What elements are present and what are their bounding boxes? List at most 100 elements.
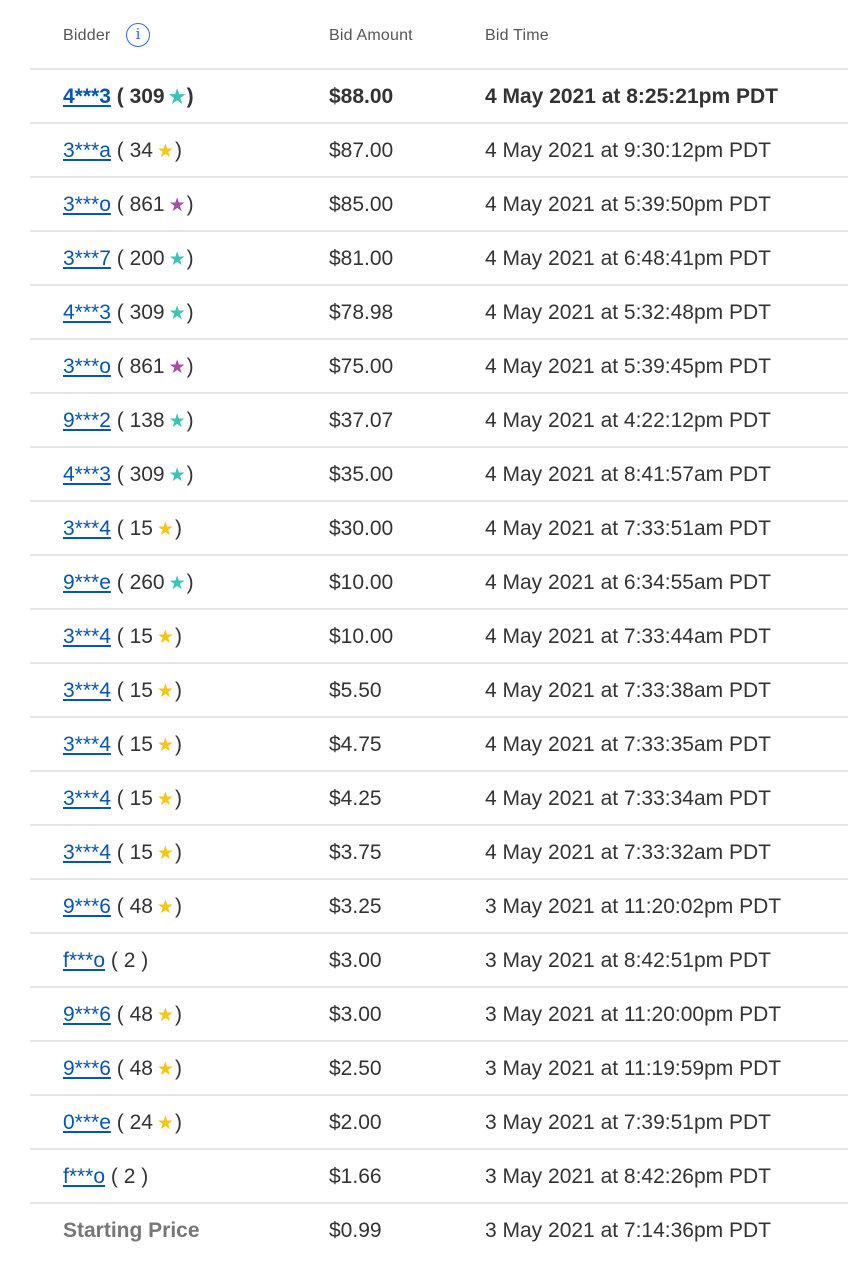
bidder-link[interactable]: 3***4	[63, 787, 111, 810]
bid-amount: $10.00	[329, 571, 394, 594]
bidder-link[interactable]: 3***7	[63, 247, 111, 270]
feedback-paren-open: (	[110, 301, 130, 324]
bid-row: 4***3 ( 309 ★) $78.98 4 May 2021 at 5:32:48…	[30, 284, 848, 338]
feedback-paren-close: )	[186, 85, 194, 108]
teal-star-icon: ★	[168, 411, 186, 432]
feedback-paren-open: (	[110, 517, 130, 540]
bid-amount: $81.00	[329, 247, 394, 270]
bidder-cell: 3***7 ( 200 ★)	[63, 232, 194, 287]
bidder-link[interactable]: 3***4	[63, 625, 111, 648]
feedback-score: 2	[123, 1165, 136, 1188]
bid-row: 9***6 ( 48 ★) $2.50 3 May 2021 at 11:19:59p…	[30, 1040, 848, 1094]
bid-time: 4 May 2021 at 7:33:35am PDT	[485, 733, 771, 756]
bid-time: 4 May 2021 at 7:33:32am PDT	[485, 841, 771, 864]
column-divider	[324, 70, 326, 122]
feedback-score: 861	[129, 193, 165, 216]
feedback-score: 861	[129, 355, 165, 378]
feedback-paren-close: )	[174, 679, 182, 702]
bidder-link[interactable]: 9***e	[63, 571, 111, 594]
bidder-link[interactable]: 9***6	[63, 895, 111, 918]
feedback-paren-close: )	[174, 733, 182, 756]
feedback-paren-open: (	[110, 85, 130, 108]
feedback-paren-open: (	[110, 193, 130, 216]
feedback-paren-open: (	[110, 355, 130, 378]
bid-time: 4 May 2021 at 8:25:21pm PDT	[485, 85, 778, 108]
bidder-cell: 9***6 ( 48 ★)	[63, 1042, 182, 1097]
bid-time: 4 May 2021 at 4:22:12pm PDT	[485, 409, 771, 432]
bidder-cell: 3***4 ( 15 ★)	[63, 772, 182, 827]
bid-history-header: Bidder i Bid Amount Bid Time	[0, 0, 848, 68]
bidder-link[interactable]: f***o	[63, 949, 105, 972]
bidder-cell: 4***3 ( 309 ★)	[63, 70, 194, 125]
bidder-link[interactable]: 9***6	[63, 1057, 111, 1080]
column-divider	[480, 988, 482, 1040]
bid-row: 3***a ( 34 ★) $87.00 4 May 2021 at 9:30:12p…	[30, 122, 848, 176]
column-divider	[324, 556, 326, 608]
bid-amount: $75.00	[329, 355, 394, 378]
feedback-paren-close: )	[186, 193, 194, 216]
bidder-link[interactable]: 3***a	[63, 139, 111, 162]
bidder-link[interactable]: 4***3	[63, 463, 111, 486]
bid-time: 4 May 2021 at 5:39:45pm PDT	[485, 355, 771, 378]
bidder-link[interactable]: 9***2	[63, 409, 111, 432]
bid-amount: $3.00	[329, 949, 382, 972]
bid-amount: $2.50	[329, 1057, 382, 1080]
bidder-link[interactable]: 9***6	[63, 1003, 111, 1026]
column-divider	[480, 448, 482, 500]
starting-price-row: Starting Price $0.99 3 May 2021 at 7:14:36…	[30, 1202, 848, 1256]
feedback-paren-close: )	[174, 625, 182, 648]
feedback-paren-open: (	[110, 409, 130, 432]
starting-price-amount: $0.99	[329, 1219, 382, 1242]
bid-row: 0***e ( 24 ★) $2.00 3 May 2021 at 7:39:51pm…	[30, 1094, 848, 1148]
bidder-link[interactable]: 3***o	[63, 355, 111, 378]
bid-amount: $3.25	[329, 895, 382, 918]
yellow-star-icon: ★	[156, 519, 174, 540]
feedback-paren-open: (	[110, 625, 130, 648]
bid-history-table: 4***3 ( 309 ★) $88.00 4 May 2021 at 8:25:21…	[30, 68, 848, 1256]
bid-row: 9***e ( 260 ★) $10.00 4 May 2021 at 6:34:55…	[30, 554, 848, 608]
column-divider	[480, 1096, 482, 1148]
bid-amount: $78.98	[329, 301, 394, 324]
bidder-link[interactable]: 4***3	[63, 301, 111, 324]
bid-time: 3 May 2021 at 7:39:51pm PDT	[485, 1111, 771, 1134]
bidder-cell: 3***o ( 861 ★)	[63, 178, 194, 233]
info-icon[interactable]: i	[126, 23, 150, 47]
bidder-link[interactable]: f***o	[63, 1165, 105, 1188]
bid-amount: $30.00	[329, 517, 394, 540]
column-divider	[324, 1150, 326, 1202]
yellow-star-icon: ★	[156, 1005, 174, 1026]
yellow-star-icon: ★	[156, 1059, 174, 1080]
bid-amount: $5.50	[329, 679, 382, 702]
bidder-link[interactable]: 3***4	[63, 841, 111, 864]
bid-row: 3***4 ( 15 ★) $4.25 4 May 2021 at 7:33:34am…	[30, 770, 848, 824]
bid-amount: $10.00	[329, 625, 394, 648]
bidder-link[interactable]: 0***e	[63, 1111, 111, 1134]
feedback-score: 15	[129, 841, 153, 864]
teal-star-icon: ★	[168, 465, 186, 486]
teal-star-icon: ★	[168, 573, 186, 594]
bid-amount: $3.00	[329, 1003, 382, 1026]
yellow-star-icon: ★	[156, 735, 174, 756]
bidder-cell: 4***3 ( 309 ★)	[63, 286, 194, 341]
column-divider	[480, 934, 482, 986]
feedback-paren-close: )	[186, 463, 194, 486]
column-divider	[480, 880, 482, 932]
bidder-cell: 3***4 ( 15 ★)	[63, 718, 182, 773]
feedback-paren-close: )	[174, 841, 182, 864]
feedback-score: 15	[129, 517, 153, 540]
bid-amount-column-header: Bid Amount	[329, 27, 413, 44]
column-divider	[324, 124, 326, 176]
feedback-paren-open: (	[110, 1111, 130, 1134]
bidder-link[interactable]: 3***4	[63, 517, 111, 540]
feedback-paren-close: )	[174, 517, 182, 540]
bidder-cell: 3***4 ( 15 ★)	[63, 664, 182, 719]
feedback-score: 48	[129, 1057, 153, 1080]
yellow-star-icon: ★	[156, 789, 174, 810]
yellow-star-icon: ★	[156, 843, 174, 864]
bidder-link[interactable]: 3***4	[63, 679, 111, 702]
bidder-link[interactable]: 3***4	[63, 733, 111, 756]
feedback-paren-open: (	[110, 841, 130, 864]
bidder-link[interactable]: 3***o	[63, 193, 111, 216]
teal-star-icon: ★	[168, 87, 186, 108]
bidder-link[interactable]: 4***3	[63, 85, 111, 108]
